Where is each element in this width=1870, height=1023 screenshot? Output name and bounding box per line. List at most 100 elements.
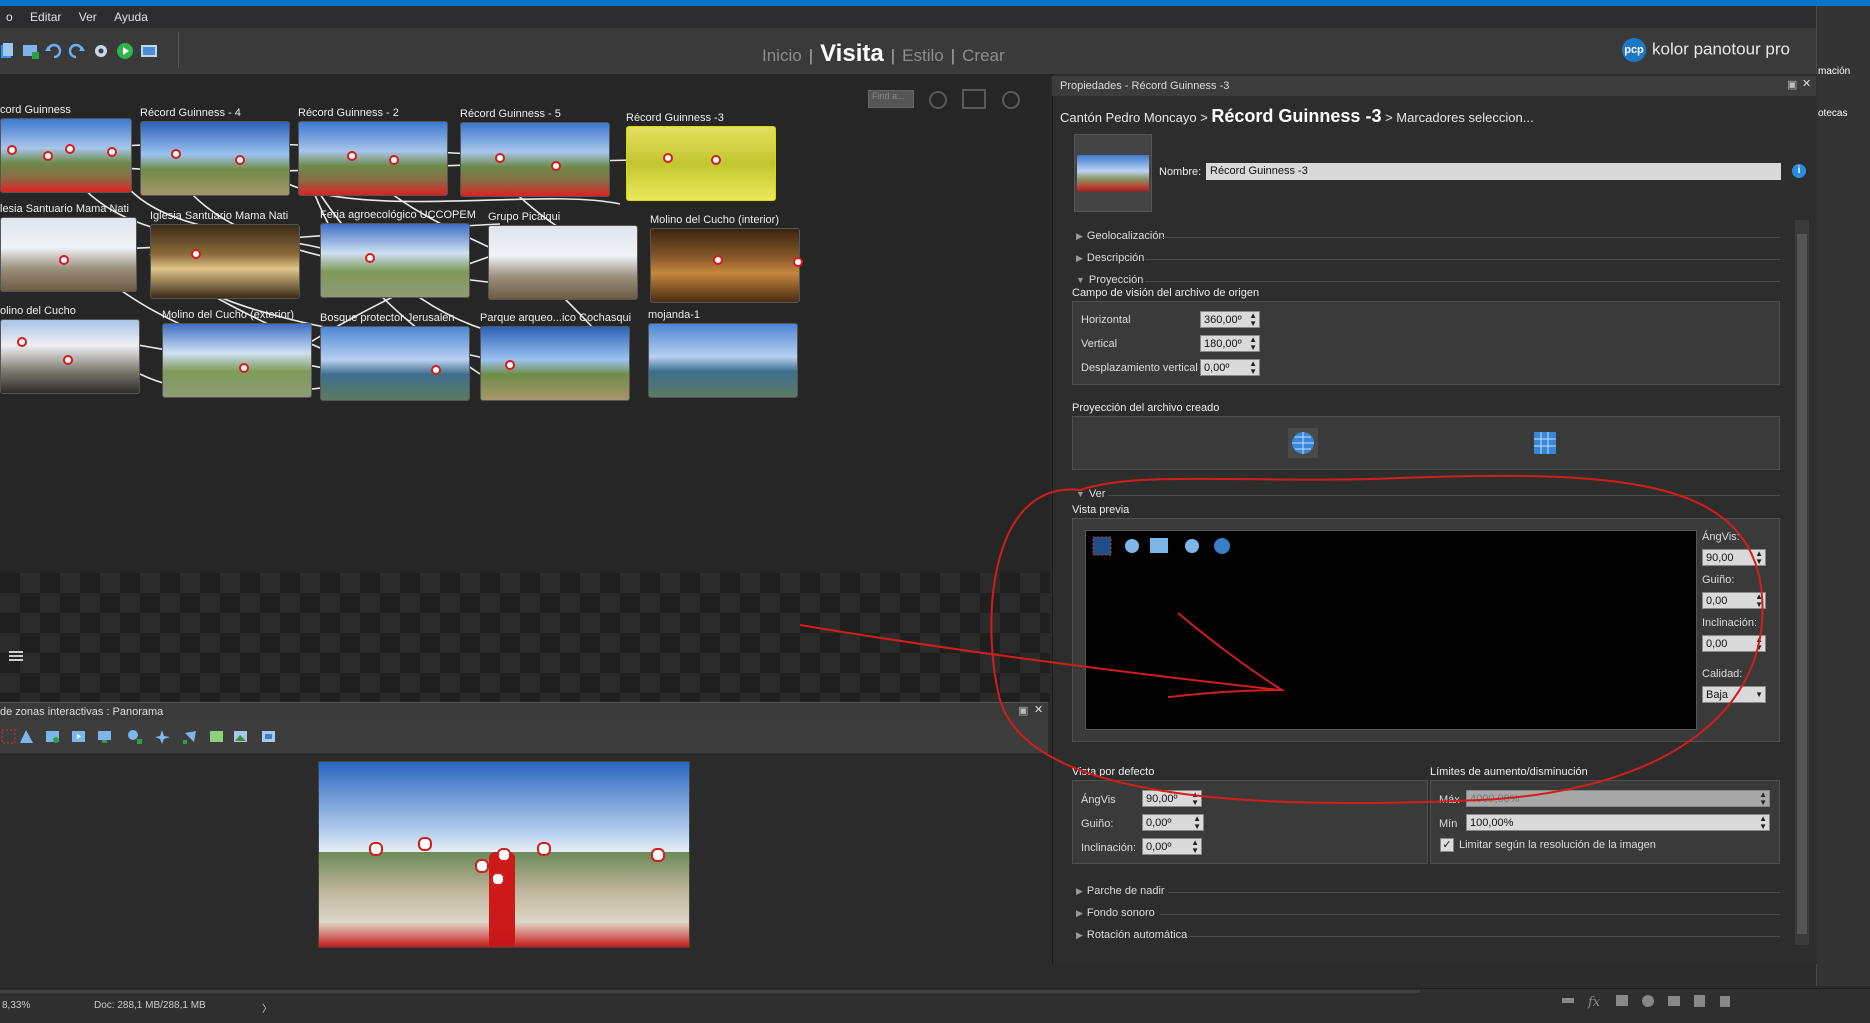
name-label: Nombre: [1159,166,1202,178]
menu-archivo[interactable]: o [0,6,21,24]
add-point-icon[interactable] [154,728,171,745]
menu-editar[interactable]: Editar [24,6,69,24]
chevron-right-icon[interactable]: 〉 [262,1000,272,1015]
compass-icon[interactable] [1212,536,1232,556]
cube-icon[interactable] [1532,430,1558,456]
hotspot-panorama-preview[interactable] [318,761,690,948]
preview-title: Vista previa [1072,504,1130,516]
quality-label: Calidad: [1702,668,1743,680]
default-inclinacion-spinbox[interactable]: 0,00º ▲ ▼ [1142,838,1202,855]
hotspot-marker[interactable] [497,848,511,862]
breadcrumb-tail[interactable]: > Marcadores seleccion... [1381,110,1534,125]
scrollbar-thumb[interactable] [1797,234,1807,934]
divider [1145,281,1780,282]
source-fov-title: Campo de visión del archivo de origen [1072,287,1260,299]
section-label: Rotación automática [1086,929,1188,941]
section-geolocalizacion[interactable]: ▶ Geolocalización [1076,230,1165,242]
mode-visita[interactable]: Visita [813,36,891,72]
photo-hotspot-icon[interactable] [44,728,61,745]
hotspot-view-icon[interactable] [1122,536,1142,556]
image-view-icon[interactable] [1150,536,1170,556]
default-guino-spinbox[interactable]: 0,00º ▲ ▼ [1142,814,1204,831]
side-strip [1816,6,1870,986]
close-icon[interactable]: ✕ [1034,703,1043,716]
hotspot-marker[interactable] [475,859,489,873]
horizontal-spinbox[interactable]: 360,00º ▲ ▼ [1200,311,1260,328]
image-icon[interactable] [232,728,249,745]
canvas-search-input[interactable]: Find a... [868,90,914,108]
default-view-title: Vista por defecto [1072,766,1155,778]
section-ver[interactable]: ▼ Ver [1076,488,1105,500]
float-panel-icon[interactable]: ▣ [1787,78,1797,91]
publish-icon[interactable] [140,42,158,60]
link-icon[interactable] [260,728,277,745]
output-projection-title: Proyección del archivo creado [1072,402,1220,414]
default-angvis-spinbox[interactable]: 90,00º ▲ ▼ [1142,790,1202,807]
float-panel-icon[interactable]: ▣ [1018,704,1028,717]
redo-icon[interactable] [68,42,86,60]
frame-icon[interactable] [1092,536,1112,556]
preview-viewport[interactable] [1085,530,1697,730]
vertical-spinbox[interactable]: 180,00º ▲ ▼ [1200,335,1260,352]
limit-resolution-checkbox[interactable]: ✓ [1440,838,1454,852]
section-rotacion[interactable]: ▶ Rotación automática [1076,929,1187,941]
section-label: Proyección [1088,274,1144,286]
hotspot-marker[interactable] [651,848,665,862]
side-strip-item[interactable]: mación [1818,66,1850,77]
select-icon[interactable] [0,728,17,745]
rect-icon[interactable] [208,728,225,745]
section-parche-nadir[interactable]: ▶ Parche de nadir [1076,885,1165,897]
section-fondo-sonoro[interactable]: ▶ Fondo sonoro [1076,907,1155,919]
divider [1145,259,1780,260]
video-hotspot-icon[interactable] [70,728,87,745]
hotspot-marker[interactable] [418,837,432,851]
svg-text:fx: fx [1587,995,1601,1010]
add-polygon-icon[interactable] [182,728,199,745]
hotspot-marker[interactable] [369,842,383,856]
zoom-min-spinbox[interactable]: 100,00% ▲ ▼ [1466,814,1770,831]
mode-inicio[interactable]: Inicio [755,42,809,70]
side-strip-item[interactable]: otecas [1818,108,1847,119]
play-icon[interactable] [116,42,134,60]
close-icon[interactable]: ✕ [1802,77,1811,90]
zoom-max-label: Máx [1439,794,1460,806]
name-input[interactable]: Récord Guinness -3 [1206,163,1781,180]
horizontal-scrollbar[interactable] [0,990,1420,993]
arrow-hotspot-icon[interactable] [18,728,35,745]
hotspot-marker[interactable] [537,842,551,856]
section-label: Ver [1088,488,1106,500]
add-panorama-icon[interactable] [22,42,40,60]
notes-icon[interactable] [6,648,26,664]
hotspot-panel-title: de zonas interactivas : Panorama [0,706,164,718]
zoom-max-spinbox[interactable]: 4000,00% ▲ ▼ [1466,790,1770,807]
horizontal-label: Horizontal [1081,314,1131,326]
new-project-icon[interactable] [0,42,18,60]
preview-angvis-spinbox[interactable]: 90,00 ▲ ▼ [1702,549,1766,566]
section-label: Fondo sonoro [1086,907,1155,919]
limit-resolution-label: Limitar según la resolución de la imagen [1459,839,1656,851]
section-descripcion[interactable]: ▶ Descripción [1076,252,1144,264]
preview-guino-spinbox[interactable]: 0,00 ▲ ▼ [1702,592,1766,609]
undo-icon[interactable] [44,42,62,60]
pin-icon[interactable] [1182,536,1202,556]
zoom-in-button[interactable] [1002,91,1020,109]
quality-select[interactable]: Baja ▼ [1702,686,1766,703]
mode-crear[interactable]: Crear [955,42,1012,70]
menu-ver[interactable]: Ver [73,6,105,24]
mode-estilo[interactable]: Estilo [895,42,951,70]
zoom-hotspot-icon[interactable] [126,728,143,745]
hotspot-marker[interactable] [491,872,505,886]
menu-ayuda[interactable]: Ayuda [108,6,156,24]
breadcrumb-root[interactable]: Cantón Pedro Moncayo > [1060,110,1211,125]
default-angvis-label: ÁngVis [1081,794,1116,806]
section-proyeccion[interactable]: ▼ Proyección [1076,274,1143,286]
settings-icon[interactable] [92,42,110,60]
vertical-offset-spinbox[interactable]: 0,00º ▲ ▼ [1200,359,1260,376]
info-icon[interactable]: i [1792,164,1806,178]
sphere-icon[interactable] [1288,428,1318,458]
fit-view-button[interactable] [962,89,986,109]
text-hotspot-icon[interactable] [96,728,113,745]
zoom-out-button[interactable] [929,91,947,109]
preview-inclinacion-spinbox[interactable]: 0,00 ▲ ▼ [1702,635,1766,652]
zoom-limits-title: Límites de aumento/disminución [1430,766,1588,778]
